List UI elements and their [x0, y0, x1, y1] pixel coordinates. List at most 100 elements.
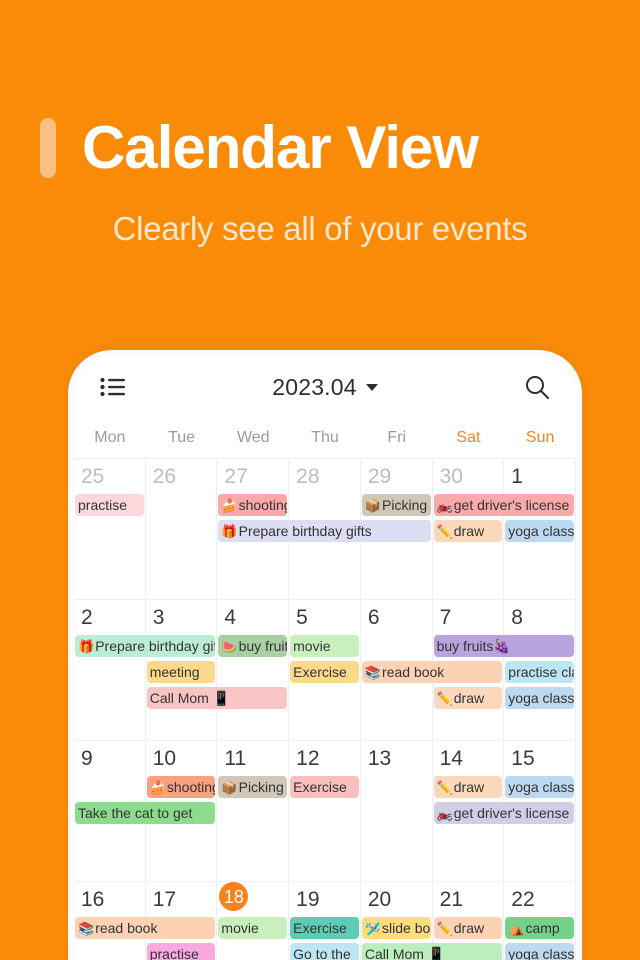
- event-label: Picking: [382, 497, 428, 513]
- event-label: practise: [149, 946, 199, 960]
- day-number: 7: [439, 606, 452, 629]
- weekday-sun: Sun: [525, 429, 555, 446]
- event-chip[interactable]: ✏️draw: [433, 520, 503, 542]
- event-chip[interactable]: practise class: [505, 661, 574, 683]
- event-emoji-icon: 🛩️: [364, 921, 382, 936]
- event-chip[interactable]: 🍰shooting: [218, 494, 288, 516]
- month-label: 2023.04: [272, 373, 357, 400]
- event-label: practise class: [508, 664, 574, 680]
- event-chip[interactable]: 🎁Prepare birthday gifts: [75, 635, 216, 657]
- day-cell[interactable]: 2: [74, 600, 146, 740]
- event-label: Prepare birthday gifts: [238, 523, 372, 539]
- event-chip[interactable]: ✏️draw: [433, 917, 503, 939]
- event-chip[interactable]: 📦Picking: [218, 776, 288, 798]
- promo-title-row: Calendar View: [0, 118, 640, 178]
- app-screen: 2023.04 Mon Tue Wed Thu Fri Sat Sun 25 26 27 28 29…: [74, 356, 576, 960]
- day-number: 21: [439, 888, 463, 911]
- event-label: Exercise: [293, 779, 347, 795]
- event-emoji-icon: 🍰: [221, 498, 238, 513]
- day-number: 26: [152, 465, 177, 488]
- event-label: yoga class: [508, 946, 574, 960]
- event-label: read book: [95, 920, 158, 936]
- event-chip[interactable]: Go to the: [290, 943, 359, 960]
- day-cell[interactable]: 12: [289, 741, 361, 881]
- event-chip[interactable]: 📚read book: [75, 917, 216, 939]
- event-label: draw: [453, 779, 485, 795]
- event-emoji-icon: 📚: [364, 665, 382, 680]
- event-emoji-icon: 🍰: [149, 780, 166, 795]
- event-chip[interactable]: practise: [75, 494, 144, 516]
- search-icon[interactable]: [524, 374, 550, 400]
- event-chip[interactable]: 🍉buy fruits: [218, 635, 288, 657]
- day-number: 6: [367, 606, 380, 629]
- day-number-today: 18: [219, 882, 249, 911]
- month-selector[interactable]: 2023.04: [74, 374, 576, 401]
- weekday-header: Mon Tue Wed Thu Fri Sat Sun: [74, 418, 576, 458]
- event-chip[interactable]: practise: [146, 943, 216, 960]
- calendar-week: 9 10 11 12 13 14 15 🍰shooting 📦Picking Exercise ✏️…: [74, 741, 576, 882]
- event-chip[interactable]: 📦Picking: [361, 494, 431, 516]
- event-emoji-icon: ✏️: [436, 691, 453, 706]
- event-chip[interactable]: 🍰shooting: [146, 776, 216, 798]
- calendar-week: 16 17 18 19 20 21 22 📚read book movie Exercise 🛩️s…: [74, 882, 576, 960]
- day-number: 3: [152, 606, 165, 629]
- event-chip[interactable]: Exercise: [290, 661, 359, 683]
- event-chip[interactable]: meeting: [146, 661, 216, 683]
- event-chip[interactable]: movie: [290, 635, 359, 657]
- event-label: Exercise: [293, 920, 347, 936]
- list-icon[interactable]: [100, 377, 126, 397]
- event-emoji-icon: 📦: [364, 498, 382, 513]
- event-label: Go to the: [293, 946, 351, 960]
- event-emoji-icon: ⛺: [508, 921, 525, 936]
- day-number: 10: [152, 747, 177, 770]
- event-label: Call Mom 📱: [149, 690, 231, 706]
- phone-frame: 2023.04 Mon Tue Wed Thu Fri Sat Sun 25 26 27 28 29…: [68, 350, 582, 960]
- event-chip[interactable]: movie: [218, 917, 288, 939]
- event-chip[interactable]: 🏍️get driver's license: [433, 494, 574, 516]
- event-chip[interactable]: 🎁Prepare birthday gifts: [218, 520, 431, 542]
- event-emoji-icon: 🏍️: [436, 498, 453, 513]
- event-chip[interactable]: 📚read book: [361, 661, 503, 683]
- event-chip[interactable]: ✏️draw: [433, 687, 503, 709]
- event-chip[interactable]: Call Mom 📱: [361, 943, 503, 960]
- day-cell[interactable]: 4: [217, 600, 290, 740]
- event-chip[interactable]: buy fruits🍇: [433, 635, 574, 657]
- day-cell[interactable]: 13: [361, 741, 433, 881]
- event-chip[interactable]: yoga class: [505, 943, 574, 960]
- event-emoji-icon: ✏️: [436, 524, 453, 539]
- event-chip[interactable]: 🛩️slide board: [361, 917, 431, 939]
- event-label: movie: [293, 638, 331, 654]
- event-chip[interactable]: Exercise: [290, 776, 359, 798]
- event-chip[interactable]: Call Mom 📱: [146, 687, 288, 709]
- day-cell[interactable]: 26: [146, 459, 218, 599]
- day-number: 9: [81, 747, 93, 770]
- day-number: 12: [296, 747, 320, 770]
- day-number: 4: [224, 606, 237, 629]
- day-number: 29: [367, 465, 392, 488]
- promo-header: Calendar View Clearly see all of your ev…: [0, 0, 640, 248]
- weekday-mon: Mon: [94, 429, 126, 446]
- event-label: practise: [78, 497, 128, 513]
- event-chip[interactable]: yoga class: [505, 687, 574, 709]
- day-number: 28: [296, 465, 320, 488]
- event-label: buy fruits🍇: [436, 638, 511, 654]
- day-cell[interactable]: 11: [217, 741, 290, 881]
- event-label: buy fruits: [238, 638, 288, 654]
- event-chip[interactable]: Take the cat to get: [75, 802, 216, 824]
- event-chip[interactable]: ⛺camp: [505, 917, 574, 939]
- event-label: draw: [453, 690, 485, 706]
- event-chip[interactable]: yoga class: [505, 776, 574, 798]
- event-chip[interactable]: ✏️draw: [433, 776, 503, 798]
- event-chip[interactable]: yoga class: [505, 520, 574, 542]
- event-label: draw: [453, 920, 485, 936]
- event-label: Call Mom 📱: [364, 946, 446, 960]
- event-chip[interactable]: Exercise: [290, 917, 359, 939]
- day-cell[interactable]: 25: [74, 459, 146, 599]
- event-emoji-icon: ✏️: [436, 780, 453, 795]
- event-chip[interactable]: 🏍️get driver's license: [433, 802, 574, 824]
- event-emoji-icon: 🏍️: [436, 806, 453, 821]
- day-number: 22: [511, 888, 535, 911]
- event-label: read book: [382, 664, 445, 680]
- event-label: slide board: [382, 920, 431, 936]
- day-number: 5: [296, 606, 308, 629]
